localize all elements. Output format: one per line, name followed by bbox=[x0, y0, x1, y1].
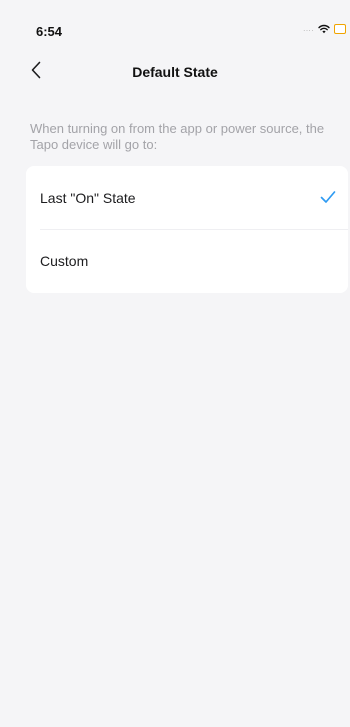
wifi-icon bbox=[318, 24, 330, 34]
signal-icon: .... bbox=[303, 24, 314, 33]
option-custom[interactable]: Custom bbox=[26, 229, 348, 292]
option-last-on-state[interactable]: Last "On" State bbox=[26, 166, 348, 230]
navigation-bar: Default State bbox=[0, 50, 350, 90]
option-label: Last "On" State bbox=[40, 190, 136, 206]
status-bar: 6:54 .... bbox=[0, 0, 350, 40]
page-title: Default State bbox=[132, 64, 218, 80]
options-card: Last "On" State Custom bbox=[26, 166, 348, 293]
option-label: Custom bbox=[40, 253, 89, 269]
status-indicators: .... bbox=[303, 24, 346, 34]
section-description: When turning on from the app or power so… bbox=[30, 121, 325, 152]
battery-icon bbox=[334, 24, 346, 34]
status-time: 6:54 bbox=[36, 24, 63, 39]
checkmark-icon bbox=[320, 191, 336, 203]
